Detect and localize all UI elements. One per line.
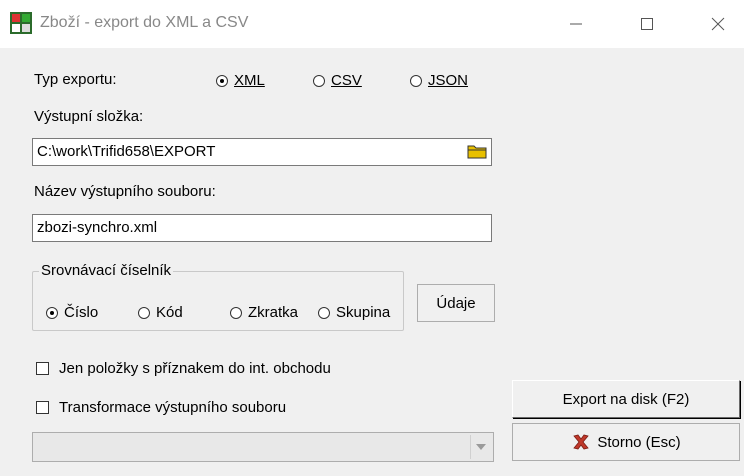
radio-xml-label: XML xyxy=(234,72,265,89)
close-icon xyxy=(711,17,725,31)
transform-label: Transformace výstupního souboru xyxy=(59,399,287,416)
radio-dot xyxy=(313,74,325,87)
dialog-window: Zboží - export do XML a CSV Typ exportu:… xyxy=(0,0,744,476)
compare-codebook-group: Srovnávací číselník xyxy=(32,262,404,331)
output-folder-value: C:\work\Trifid658\EXPORT xyxy=(37,143,216,160)
radio-csv-label: CSV xyxy=(331,72,362,89)
radio-zkratka-label: Zkratka xyxy=(248,304,299,321)
intra-trade-checkbox[interactable]: Jen položky s příznakem do int. obchodu xyxy=(36,360,331,377)
folder-icon xyxy=(467,145,487,159)
transform-checkbox[interactable]: Transformace výstupního souboru xyxy=(36,399,286,416)
cancel-button-label: Storno (Esc) xyxy=(597,433,681,451)
dialog-body: Typ exportu: XML CSV JSON Výstupní složk… xyxy=(0,48,744,476)
cancel-button[interactable]: Storno (Esc) xyxy=(512,423,740,461)
radio-csv[interactable]: CSV xyxy=(313,72,362,89)
output-file-input[interactable]: zbozi-synchro.xml xyxy=(32,214,492,242)
browse-folder-button[interactable] xyxy=(466,141,488,161)
radio-skupina-label: Skupina xyxy=(336,304,391,321)
radio-json-label: JSON xyxy=(428,72,469,89)
radio-dot xyxy=(46,306,58,319)
compare-codebook-title: Srovnávací číselník xyxy=(39,262,174,279)
radio-cislo-label: Číslo xyxy=(64,304,99,321)
radio-dot xyxy=(318,306,330,319)
checkbox-box xyxy=(36,362,49,375)
radio-dot xyxy=(138,306,150,319)
radio-kod[interactable]: Kód xyxy=(138,304,183,321)
title-bar[interactable]: Zboží - export do XML a CSV xyxy=(0,0,744,48)
close-button[interactable] xyxy=(694,0,742,48)
radio-dot xyxy=(230,306,242,319)
maximize-button[interactable] xyxy=(623,0,671,48)
checkbox-box xyxy=(36,401,49,414)
radio-skupina[interactable]: Skupina xyxy=(318,304,390,321)
radio-xml[interactable]: XML xyxy=(216,72,265,89)
app-icon xyxy=(10,12,32,34)
transform-select[interactable] xyxy=(32,432,494,462)
maximize-icon xyxy=(641,18,653,30)
output-folder-label: Výstupní složka: xyxy=(34,108,144,125)
cancel-x-icon xyxy=(573,434,590,450)
output-file-value: zbozi-synchro.xml xyxy=(37,219,158,236)
dropdown-arrow-button[interactable] xyxy=(470,435,491,459)
minimize-icon xyxy=(570,23,582,25)
radio-json[interactable]: JSON xyxy=(410,72,468,89)
output-file-label: Název výstupního souboru: xyxy=(34,183,216,200)
window-title: Zboží - export do XML a CSV xyxy=(40,14,249,31)
radio-dot xyxy=(410,74,422,87)
radio-kod-label: Kód xyxy=(156,304,183,321)
radio-zkratka[interactable]: Zkratka xyxy=(230,304,298,321)
output-folder-input[interactable]: C:\work\Trifid658\EXPORT xyxy=(32,138,492,166)
export-type-label: Typ exportu: xyxy=(34,71,117,88)
radio-dot xyxy=(216,74,228,87)
export-button[interactable]: Export na disk (F2) xyxy=(512,380,740,418)
chevron-down-icon xyxy=(476,444,486,450)
intra-trade-label: Jen položky s příznakem do int. obchodu xyxy=(59,360,331,377)
data-button[interactable]: Údaje xyxy=(417,284,495,322)
minimize-button[interactable] xyxy=(552,0,600,48)
radio-cislo[interactable]: Číslo xyxy=(46,304,98,321)
